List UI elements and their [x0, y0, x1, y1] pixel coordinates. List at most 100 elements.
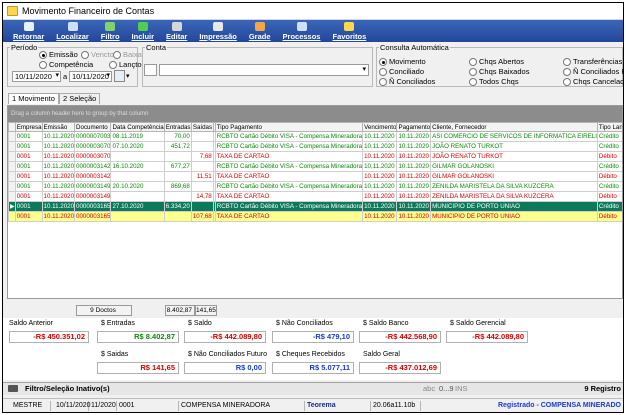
radio-compet-ncia[interactable]: Competência [39, 60, 93, 69]
status-bar: MESTRE 10/11/2020 11/2020 0001 COMPENSA … [3, 398, 623, 412]
date-to-input[interactable]: 10/11/2020 [69, 71, 112, 82]
table-cell: TAXA DE CARTAO [214, 151, 364, 162]
edit-icon [171, 22, 182, 31]
row-indicator [8, 151, 16, 162]
radio-baixa[interactable]: Baixa [113, 50, 142, 59]
table-row[interactable]: 0001 10.11.2020 0000003149 14,78 TAXA DE CAR… [8, 191, 622, 202]
table-cell [190, 201, 214, 212]
button-label: Retornar [13, 32, 45, 41]
table-row[interactable]: 0001 10.11.2020 0000003070 7,68 TAXA DE CART… [8, 151, 622, 162]
table-cell: JOÃO RENATO TURKOT [430, 141, 598, 152]
star-icon [344, 22, 355, 31]
column-header[interactable]: Pagamento [396, 122, 432, 132]
radio-label: Emissão [49, 50, 78, 59]
table-cell [190, 181, 214, 192]
radio-chqs-baixados[interactable]: Chqs Baixados [469, 67, 529, 76]
group-panel[interactable]: Drag a column header here to group by th… [8, 106, 622, 122]
table-cell: 0000003142 [74, 161, 112, 172]
grade-button[interactable]: Grade [243, 20, 277, 42]
summary-label: $ Não Conciliados Futuro [188, 351, 267, 358]
table-cell: 10.11.2020 [396, 191, 432, 202]
table-cell: 10.11.2020 [362, 141, 398, 152]
conta-select[interactable]: ▾ [159, 64, 369, 76]
button-label: Processos [282, 32, 321, 41]
filter-status-label: Filtro/Seleção Inativo(s) [25, 384, 110, 393]
table-cell: RCBTO Cartão Débito VISA - Compensa Mine… [214, 141, 364, 152]
radio-label: Transferências [573, 57, 623, 66]
status-user: MESTRE [7, 401, 51, 411]
calendar-icon[interactable] [114, 70, 125, 82]
column-header[interactable]: Empresa [14, 122, 43, 132]
table-cell: MUNICIPIO DE PORTO UNIAO [430, 211, 598, 222]
table-row[interactable]: 0001 10.11.2020 0000003149 20.10.2020 869,68… [8, 181, 622, 192]
radio-dot-icon [469, 57, 477, 66]
radio-conciliado[interactable]: Conciliado [379, 67, 424, 76]
radio-dot-icon [109, 60, 117, 69]
radio-todos-chqs[interactable]: Todos Chqs [469, 77, 519, 86]
column-header[interactable]: Cliente, Fornecedor [430, 122, 598, 132]
filter-panel: Período Emissão Vencto Baixa Competência Lan… [3, 42, 623, 92]
radio-chqs-cancelados[interactable]: Chqs Cancelados [563, 77, 624, 86]
column-header[interactable]: Entradas [163, 122, 192, 132]
column-header[interactable]: Documento [74, 122, 112, 132]
button-label: Impressão [199, 32, 237, 41]
radio-label: Chqs Cancelados [573, 77, 624, 86]
table-cell: 0000003149 [74, 191, 112, 202]
radio-emiss-o[interactable]: Emissão [39, 50, 78, 59]
conta-code-input[interactable] [144, 64, 157, 76]
column-header[interactable]: Tipo Pagamento [214, 122, 364, 132]
table-cell: 16.10.2020 [110, 161, 165, 172]
table-cell: 27.10.2020 [110, 201, 165, 212]
button-label: Localizar [56, 32, 89, 41]
localizar-button[interactable]: Localizar [50, 20, 95, 42]
binoculars-icon [67, 22, 78, 31]
table-cell [163, 151, 192, 162]
radio-label: Baixa [123, 50, 142, 59]
summary-value: R$ 5.077,11 [272, 362, 354, 374]
table-cell: 7,68 [190, 151, 214, 162]
tab-2-sele-o[interactable]: 2 Seleção [58, 93, 101, 104]
retornar-button[interactable]: Retornar [7, 20, 50, 42]
chevron-down-icon: ▾ [362, 66, 366, 73]
radio--conciliados-per-o[interactable]: Ñ Conciliados Perío [563, 67, 623, 76]
column-header[interactable]: Saídas [190, 122, 214, 132]
table-cell: Crédito [596, 131, 622, 142]
editar-button[interactable]: Editar [160, 20, 193, 42]
table-cell: 10.11.2020 [41, 151, 76, 162]
table-cell: ZENILDA MARISTELA DA SILVA KUZCERA [430, 191, 598, 202]
button-label: Editar [166, 32, 188, 41]
table-row[interactable]: 0001 10.11.2020 0000003070 07.10.2020 451,72… [8, 141, 622, 152]
column-header[interactable]: Tipo Lançto [596, 122, 622, 132]
filtro-button[interactable]: Filtro [95, 20, 126, 42]
radio-vencto[interactable]: Vencto [81, 50, 114, 59]
row-indicator [8, 171, 16, 182]
date-from-input[interactable]: 10/11/2020 [12, 71, 61, 82]
row-indicator [8, 141, 16, 152]
table-row[interactable]: ▶ 0001 10.11.2020 0000003165 27.10.2020 6.334… [8, 201, 622, 212]
summary-label: $ Saidas [101, 351, 129, 358]
table-cell: ASI COMERCIO DE SERVICOS DE INFORMATICA … [430, 131, 598, 142]
radio-transfer-ncias[interactable]: Transferências [563, 57, 622, 66]
table-cell: 0000007003 [74, 131, 112, 142]
table-row[interactable]: 0001 10.11.2020 0000003142 16.10.2020 677,27… [8, 161, 622, 172]
table-cell: RCBTO Cartão Débito VISA - Compensa Mine… [214, 201, 364, 212]
processos-button[interactable]: Processos [277, 20, 327, 42]
favoritos-button[interactable]: Favoritos [326, 20, 372, 42]
radio-chqs-abertos[interactable]: Chqs Abertos [469, 57, 524, 66]
incluir-button[interactable]: Incluir [126, 20, 161, 42]
tab-1-movimento[interactable]: 1 Movimento [8, 93, 59, 104]
radio-movimento[interactable]: Movimento [379, 57, 426, 66]
radio--conciliados[interactable]: Ñ Conciliados [379, 77, 435, 86]
radio-lan-to[interactable]: Lançto [109, 60, 142, 69]
table-row[interactable]: 0001 10.11.2020 0000003142 11,51 TAXA DE CAR… [8, 171, 622, 182]
column-header[interactable]: Emissão [41, 122, 76, 132]
column-header[interactable]: Vencimento [362, 122, 398, 132]
table-cell: ZENILDA MARISTELA DA SILVA KUZCERA [430, 181, 598, 192]
table-row[interactable]: 0001 10.11.2020 0000003165 107,68 TAXA DE CA… [8, 211, 622, 222]
table-cell: Crédito [596, 141, 622, 152]
chevron-down-icon[interactable]: ▾ [126, 72, 130, 80]
column-header[interactable]: Data Competência [110, 122, 165, 132]
impress-o-button[interactable]: Impressão [193, 20, 243, 42]
table-row[interactable]: 0001 10.11.2020 0000007003 08.11.2019 70,00 R… [8, 131, 622, 142]
summary-value: R$ 8.402,87 [97, 331, 179, 343]
